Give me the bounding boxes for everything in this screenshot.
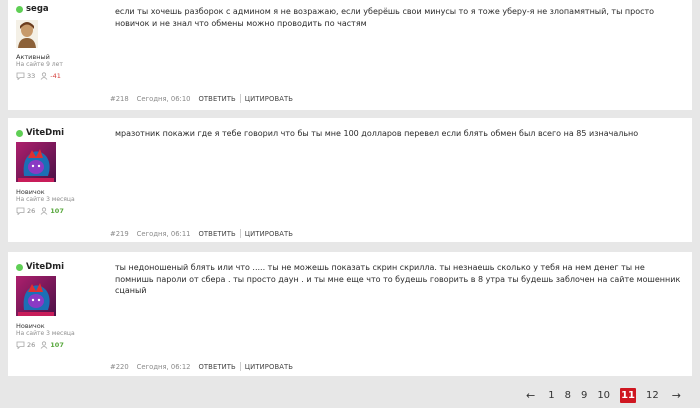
quote-button[interactable]: ЦИТИРОВАТЬ [245, 95, 293, 103]
author-name-row: ViteDmi [16, 262, 64, 272]
page-link-8[interactable]: 8 [565, 390, 571, 401]
avatar[interactable] [16, 276, 56, 316]
page-link-12[interactable]: 12 [646, 390, 659, 401]
reply-button[interactable]: ОТВЕТИТЬ [198, 363, 235, 371]
page-link-1[interactable]: 1 [548, 390, 554, 401]
post-218: sega Активный На сайте 9 лет 33 -41 если… [8, 0, 692, 110]
message-count: 26 [27, 207, 36, 215]
author-username[interactable]: ViteDmi [26, 128, 64, 138]
comment-icon [16, 72, 25, 80]
reply-button[interactable]: ОТВЕТИТЬ [198, 95, 235, 103]
author-since: На сайте 9 лет [16, 61, 63, 68]
author-rank: Новичок [16, 188, 45, 196]
page-link-9[interactable]: 9 [581, 390, 587, 401]
author-since: На сайте 3 месяца [16, 196, 75, 203]
reputation-value: 107 [50, 207, 64, 215]
page-link-10[interactable]: 10 [597, 390, 610, 401]
post-number[interactable]: #220 [110, 363, 129, 371]
prev-page-arrow-icon[interactable]: ← [526, 389, 535, 402]
author-username[interactable]: ViteDmi [26, 262, 64, 272]
next-page-arrow-icon[interactable]: → [672, 389, 681, 402]
author-rank: Активный [16, 53, 50, 61]
online-status-icon [16, 129, 23, 137]
reply-button[interactable]: ОТВЕТИТЬ [198, 230, 235, 238]
author-username[interactable]: sega [26, 4, 49, 14]
reputation-value: -41 [50, 72, 61, 80]
quote-button[interactable]: ЦИТИРОВАТЬ [245, 230, 293, 238]
post-number[interactable]: #219 [110, 230, 129, 238]
post-time: Сегодня, 06:11 [136, 229, 191, 238]
reputation-value: 107 [50, 341, 64, 349]
post-text: ты недоношеный блять или что ..... ты не… [115, 263, 681, 295]
online-status-icon [16, 263, 23, 271]
comment-icon [16, 341, 25, 349]
page-link-11-current[interactable]: 11 [620, 388, 637, 403]
post-text: мразотник покажи где я тебе говорил что … [115, 129, 639, 138]
reputation-icon [40, 72, 48, 80]
divider [239, 362, 241, 371]
avatar[interactable] [16, 142, 56, 182]
comment-icon [16, 207, 25, 215]
author-stats: 33 -41 [16, 72, 66, 80]
reputation-icon [40, 207, 48, 215]
author-name-row: ViteDmi [16, 128, 64, 138]
post-text: если ты хочешь разборок с админом я не в… [115, 7, 655, 28]
post-footer: #218 Сегодня, 06:10 ОТВЕТИТЬ ЦИТИРОВАТЬ [110, 94, 293, 103]
post-time: Сегодня, 06:12 [136, 362, 191, 371]
message-count: 26 [27, 341, 36, 349]
reputation-icon [40, 341, 48, 349]
post-219: ViteDmi Новичок На сайте 3 месяца 26 107… [8, 118, 692, 242]
author-stats: 26 107 [16, 341, 69, 349]
author-rank: Новичок [16, 322, 45, 330]
author-stats: 26 107 [16, 207, 69, 215]
post-footer: #220 Сегодня, 06:12 ОТВЕТИТЬ ЦИТИРОВАТЬ [110, 362, 293, 371]
divider [239, 229, 241, 238]
post-footer: #219 Сегодня, 06:11 ОТВЕТИТЬ ЦИТИРОВАТЬ [110, 229, 293, 238]
post-number[interactable]: #218 [110, 95, 129, 103]
post-time: Сегодня, 06:10 [136, 94, 191, 103]
author-name-row: sega [16, 4, 49, 14]
author-since: На сайте 3 месяца [16, 330, 75, 337]
message-count: 33 [27, 72, 36, 80]
pagination: ← 1 8 9 10 11 12 → [518, 388, 689, 403]
post-220: ViteDmi Новичок На сайте 3 месяца 26 107… [8, 252, 692, 376]
online-status-icon [16, 5, 23, 13]
quote-button[interactable]: ЦИТИРОВАТЬ [245, 363, 293, 371]
divider [239, 94, 241, 103]
avatar[interactable] [16, 20, 38, 48]
